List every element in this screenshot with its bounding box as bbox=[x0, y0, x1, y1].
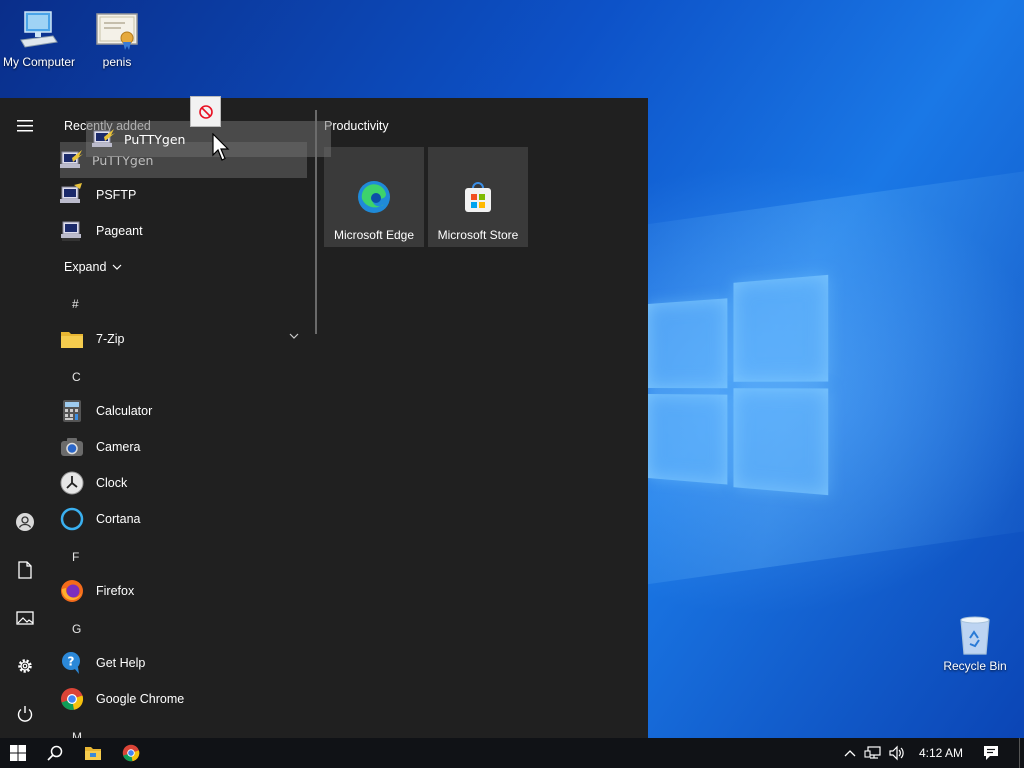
arrow-cursor-icon bbox=[212, 132, 230, 161]
svg-text:?: ? bbox=[68, 655, 75, 669]
account-button[interactable] bbox=[0, 502, 50, 542]
group-letter-f[interactable]: F bbox=[72, 550, 79, 564]
search-icon bbox=[47, 745, 63, 761]
desktop-icon-recycle-bin[interactable]: Recycle Bin bbox=[933, 612, 1017, 673]
group-letter-c[interactable]: C bbox=[72, 370, 81, 384]
volume-button[interactable] bbox=[886, 738, 908, 768]
expand-label: Expand bbox=[64, 260, 107, 274]
user-icon bbox=[16, 513, 34, 531]
app-item-pageant[interactable]: Pageant bbox=[60, 214, 308, 248]
tiles-area: Productivity Microsoft Edge Microsoft St… bbox=[324, 98, 644, 738]
start-left-rail bbox=[0, 98, 50, 738]
start-button[interactable] bbox=[0, 738, 36, 768]
power-icon bbox=[17, 706, 33, 722]
clock-icon bbox=[60, 471, 84, 495]
desktop-icon-label: penis bbox=[102, 55, 132, 69]
start-menu: Recently added PSFTP Pageant Expand # 7-… bbox=[0, 98, 648, 738]
tile-microsoft-store[interactable]: Microsoft Store bbox=[428, 147, 528, 247]
app-item-label: PSFTP bbox=[96, 188, 137, 202]
computer-icon bbox=[17, 8, 61, 52]
notification-icon bbox=[984, 746, 998, 760]
network-button[interactable] bbox=[862, 738, 884, 768]
hamburger-menu-button[interactable] bbox=[0, 106, 50, 146]
app-item-label: Calculator bbox=[96, 404, 153, 418]
edge-icon bbox=[356, 179, 392, 215]
puttygen-icon bbox=[92, 127, 116, 151]
app-item-psftp[interactable]: PSFTP bbox=[60, 178, 308, 212]
app-item-label: 7-Zip bbox=[96, 332, 125, 346]
app-item-label: Clock bbox=[96, 476, 128, 490]
pictures-button[interactable] bbox=[0, 598, 50, 638]
power-button[interactable] bbox=[0, 694, 50, 734]
app-item-7zip[interactable]: 7-Zip bbox=[60, 322, 308, 356]
chrome-icon bbox=[122, 744, 140, 762]
app-item-label: Google Chrome bbox=[96, 692, 185, 706]
document-icon bbox=[18, 561, 32, 579]
pageant-icon bbox=[60, 219, 84, 243]
help-icon: ? bbox=[60, 651, 84, 675]
taskbar: 4:12 AM bbox=[0, 738, 1024, 768]
chrome-icon bbox=[60, 687, 84, 711]
puttygen-icon bbox=[60, 148, 84, 172]
windows-logo-icon bbox=[10, 745, 26, 761]
tile-microsoft-edge[interactable]: Microsoft Edge bbox=[324, 147, 424, 247]
group-letter-g[interactable]: G bbox=[72, 622, 81, 636]
app-item-get-help[interactable]: ? Get Help bbox=[60, 646, 308, 680]
chevron-down-icon bbox=[112, 264, 122, 270]
mouse-cursor bbox=[212, 132, 232, 166]
no-drop-indicator bbox=[190, 96, 221, 127]
taskbar-clock[interactable]: 4:12 AM bbox=[912, 746, 970, 760]
file-explorer-icon bbox=[85, 747, 101, 760]
settings-button[interactable] bbox=[0, 646, 50, 686]
recycle-bin-icon bbox=[953, 612, 997, 656]
app-item-cortana[interactable]: Cortana bbox=[60, 502, 308, 536]
search-button[interactable] bbox=[36, 738, 74, 768]
app-item-calculator[interactable]: Calculator bbox=[60, 394, 308, 428]
speaker-icon bbox=[889, 745, 904, 761]
calculator-icon bbox=[60, 399, 84, 423]
hamburger-icon bbox=[17, 120, 33, 132]
app-item-firefox[interactable]: Firefox bbox=[60, 574, 308, 608]
desktop-icon-label: My Computer bbox=[2, 55, 76, 69]
tile-label: Microsoft Edge bbox=[333, 228, 415, 242]
app-item-label: Camera bbox=[96, 440, 141, 454]
store-icon bbox=[460, 179, 496, 215]
group-letter-m[interactable]: M bbox=[72, 730, 82, 738]
group-letter-hash[interactable]: # bbox=[72, 297, 79, 311]
psftp-icon bbox=[60, 183, 84, 207]
folder-icon bbox=[60, 327, 84, 351]
documents-button[interactable] bbox=[0, 550, 50, 590]
desktop-icon-penis[interactable]: penis bbox=[75, 8, 159, 69]
gear-icon bbox=[18, 659, 32, 673]
firefox-icon bbox=[60, 579, 84, 603]
cortana-icon bbox=[60, 507, 84, 531]
start-app-list: Recently added PSFTP Pageant Expand # 7-… bbox=[50, 98, 316, 738]
app-item-label: Cortana bbox=[96, 512, 141, 526]
desktop-icon-my-computer[interactable]: My Computer bbox=[0, 8, 81, 69]
picture-icon bbox=[16, 611, 34, 625]
chevron-down-icon[interactable] bbox=[288, 332, 300, 340]
app-item-label: Get Help bbox=[96, 656, 146, 670]
app-item-camera[interactable]: Camera bbox=[60, 430, 308, 464]
action-center-button[interactable] bbox=[976, 738, 1006, 768]
app-item-google-chrome[interactable]: Google Chrome bbox=[60, 682, 308, 716]
chevron-up-icon bbox=[844, 750, 856, 757]
taskbar-file-explorer[interactable] bbox=[74, 738, 112, 768]
show-hidden-icons-button[interactable] bbox=[840, 738, 860, 768]
taskbar-google-chrome[interactable] bbox=[112, 738, 150, 768]
drag-ghost-label: PuTTYgen bbox=[124, 131, 186, 147]
expand-recent-button[interactable]: Expand bbox=[64, 260, 123, 274]
app-item-clock[interactable]: Clock bbox=[60, 466, 308, 500]
app-item-label: Firefox bbox=[96, 584, 135, 598]
app-item-label: Pageant bbox=[96, 224, 143, 238]
wallpaper-windows-logo bbox=[648, 274, 829, 496]
camera-icon bbox=[60, 435, 84, 459]
network-icon bbox=[864, 746, 881, 759]
show-desktop-button[interactable] bbox=[1019, 738, 1024, 768]
certificate-icon bbox=[95, 8, 139, 52]
no-drop-icon bbox=[198, 104, 213, 119]
desktop-icon-label: Recycle Bin bbox=[943, 659, 1007, 673]
tile-group-heading[interactable]: Productivity bbox=[324, 119, 389, 133]
tile-label: Microsoft Store bbox=[437, 228, 519, 242]
